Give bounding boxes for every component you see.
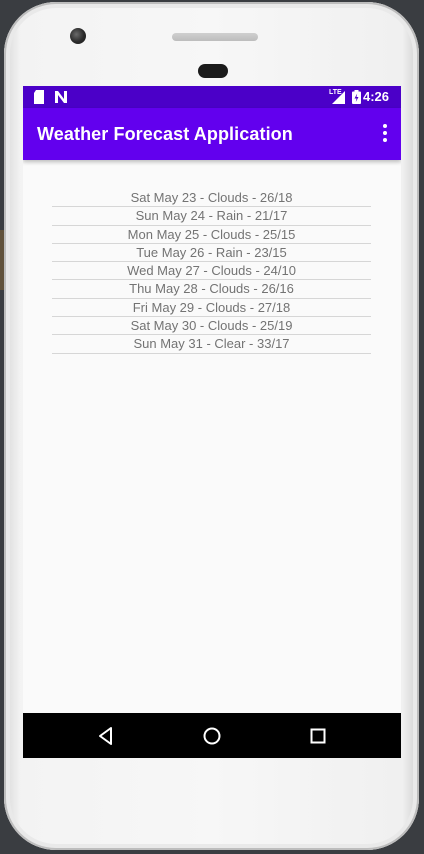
forecast-list-item[interactable]: Sat May 30 - Clouds - 25/19 [52, 317, 371, 336]
device-screen: LTE 4:26 Weather Forecast Application Sa… [23, 86, 401, 758]
status-bar: LTE 4:26 [23, 86, 401, 108]
forecast-list-item[interactable]: Mon May 25 - Clouds - 25/15 [52, 226, 371, 244]
forecast-list-item[interactable]: Wed May 27 - Clouds - 24/10 [52, 262, 371, 281]
battery-charging-icon [352, 90, 361, 104]
app-bar: Weather Forecast Application [23, 108, 401, 160]
forecast-list-item[interactable]: Thu May 28 - Clouds - 26/16 [52, 280, 371, 299]
forecast-list-item[interactable]: Sun May 31 - Clear - 33/17 [52, 335, 371, 354]
recents-icon[interactable] [307, 725, 329, 747]
proximity-sensor [198, 64, 228, 78]
forecast-list-item[interactable]: Sat May 23 - Clouds - 26/18 [52, 189, 371, 208]
more-vert-icon[interactable] [381, 124, 389, 144]
app-title: Weather Forecast Application [37, 124, 293, 144]
status-time: 4:26 [362, 89, 389, 104]
forecast-list: Sat May 23 - Clouds - 26/18 Sun May 24 - … [52, 189, 371, 354]
back-icon[interactable] [95, 725, 117, 747]
sd-card-icon [34, 90, 44, 104]
forecast-list-item[interactable]: Fri May 29 - Clouds - 27/18 [52, 299, 371, 318]
front-camera [70, 28, 86, 44]
lte-signal-icon [332, 91, 345, 104]
n-notification-icon [55, 91, 67, 103]
navigation-bar [23, 713, 401, 758]
earpiece-speaker [172, 33, 258, 41]
home-icon[interactable] [201, 725, 223, 747]
forecast-list-item[interactable]: Sun May 24 - Rain - 21/17 [52, 207, 371, 226]
forecast-list-item[interactable]: Tue May 26 - Rain - 23/15 [52, 244, 371, 263]
